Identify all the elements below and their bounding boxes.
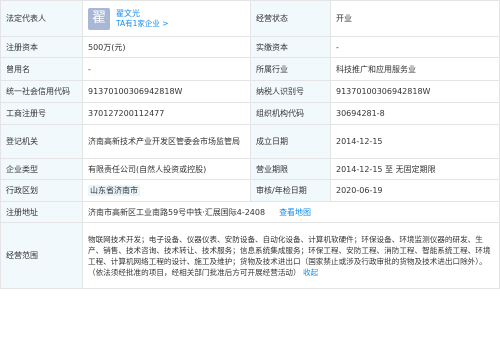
scope-value: 物联网技术开发；电子设备、仪器仪表、安防设备、自动化设备、计算机软硬件；环保设备… [88,234,491,277]
info-row: 登记机关 济南高新技术产业开发区管委会市场监管局 成立日期 2014-12-15 [0,124,500,159]
info-row: 法定代表人 翟 翟文光 TA有1家企业 > 经营状态 开业 [0,0,500,37]
taxpayer-id-value: 91370100306942818W [330,80,500,103]
paid-capital-label: 实缴资本 [250,36,331,58]
org-code-label: 组织机构代码 [250,102,331,125]
reg-number-value: 370127200112477 [82,102,251,125]
company-type-label: 企业类型 [0,158,83,180]
approval-date-value: 2020-06-19 [330,179,500,202]
legal-rep-label: 法定代表人 [0,0,83,37]
credit-code-label: 统一社会信用代码 [0,80,83,103]
info-row: 注册资本 500万(元) 实缴资本 - [0,36,500,58]
scope-label: 经营范围 [0,222,83,289]
legal-rep-name-link[interactable]: 翟文光 [116,9,169,19]
info-row: 统一社会信用代码 91370100306942818W 纳税人识别号 91370… [0,80,500,103]
taxpayer-id-label: 纳税人识别号 [250,80,331,103]
info-row: 行政区划 山东省济南市 审核/年检日期 2020-06-19 [0,179,500,202]
paid-capital-value: - [330,36,500,58]
reg-capital-label: 注册资本 [0,36,83,58]
info-row: 曾用名 - 所属行业 科技推广和应用服务业 [0,57,500,81]
credit-code-value: 91370100306942818W [82,80,251,103]
established-value: 2014-12-15 [330,124,500,159]
authority-value: 济南高新技术产业开发区管委会市场监管局 [82,124,251,159]
company-info-table: 法定代表人 翟 翟文光 TA有1家企业 > 经营状态 开业 注册资本 500万(… [0,0,500,289]
authority-label: 登记机关 [0,124,83,159]
company-type-value: 有限责任公司(自然人投资或控股) [82,158,251,180]
former-name-value: - [82,57,251,81]
address-cell: 济南市高新区工业南路59号中铁·汇展国际4-2408 查看地图 [82,201,500,223]
industry-value: 科技推广和应用服务业 [330,57,500,81]
info-row: 经营范围 物联网技术开发；电子设备、仪器仪表、安防设备、自动化设备、计算机软硬件… [0,222,500,289]
region-value: 山东省济南市 [88,185,140,196]
info-row: 工商注册号 370127200112477 组织机构代码 30694281-8 [0,102,500,125]
avatar[interactable]: 翟 [88,7,110,30]
region-cell: 山东省济南市 [82,179,251,202]
business-term-label: 营业期限 [250,158,331,180]
reg-number-label: 工商注册号 [0,102,83,125]
scope-cell: 物联网技术开发；电子设备、仪器仪表、安防设备、自动化设备、计算机软硬件；环保设备… [82,222,500,289]
address-value: 济南市高新区工业南路59号中铁·汇展国际4-2408 [88,207,266,217]
collapse-link[interactable]: 收起 [303,268,318,277]
view-map-link[interactable]: 查看地图 [279,208,311,217]
former-name-label: 曾用名 [0,57,83,81]
info-row: 企业类型 有限责任公司(自然人投资或控股) 营业期限 2014-12-15 至 … [0,158,500,180]
business-term-value: 2014-12-15 至 无固定期限 [330,158,500,180]
status-label: 经营状态 [250,0,331,37]
legal-rep-enterprises-link[interactable]: TA有1家企业 > [116,19,169,29]
industry-label: 所属行业 [250,57,331,81]
established-label: 成立日期 [250,124,331,159]
status-value: 开业 [330,0,500,37]
org-code-value: 30694281-8 [330,102,500,125]
info-row: 注册地址 济南市高新区工业南路59号中铁·汇展国际4-2408 查看地图 [0,201,500,223]
legal-rep-cell: 翟 翟文光 TA有1家企业 > [82,0,251,37]
reg-capital-value: 500万(元) [82,36,251,58]
address-label: 注册地址 [0,201,83,223]
approval-date-label: 审核/年检日期 [250,179,331,202]
region-label: 行政区划 [0,179,83,202]
